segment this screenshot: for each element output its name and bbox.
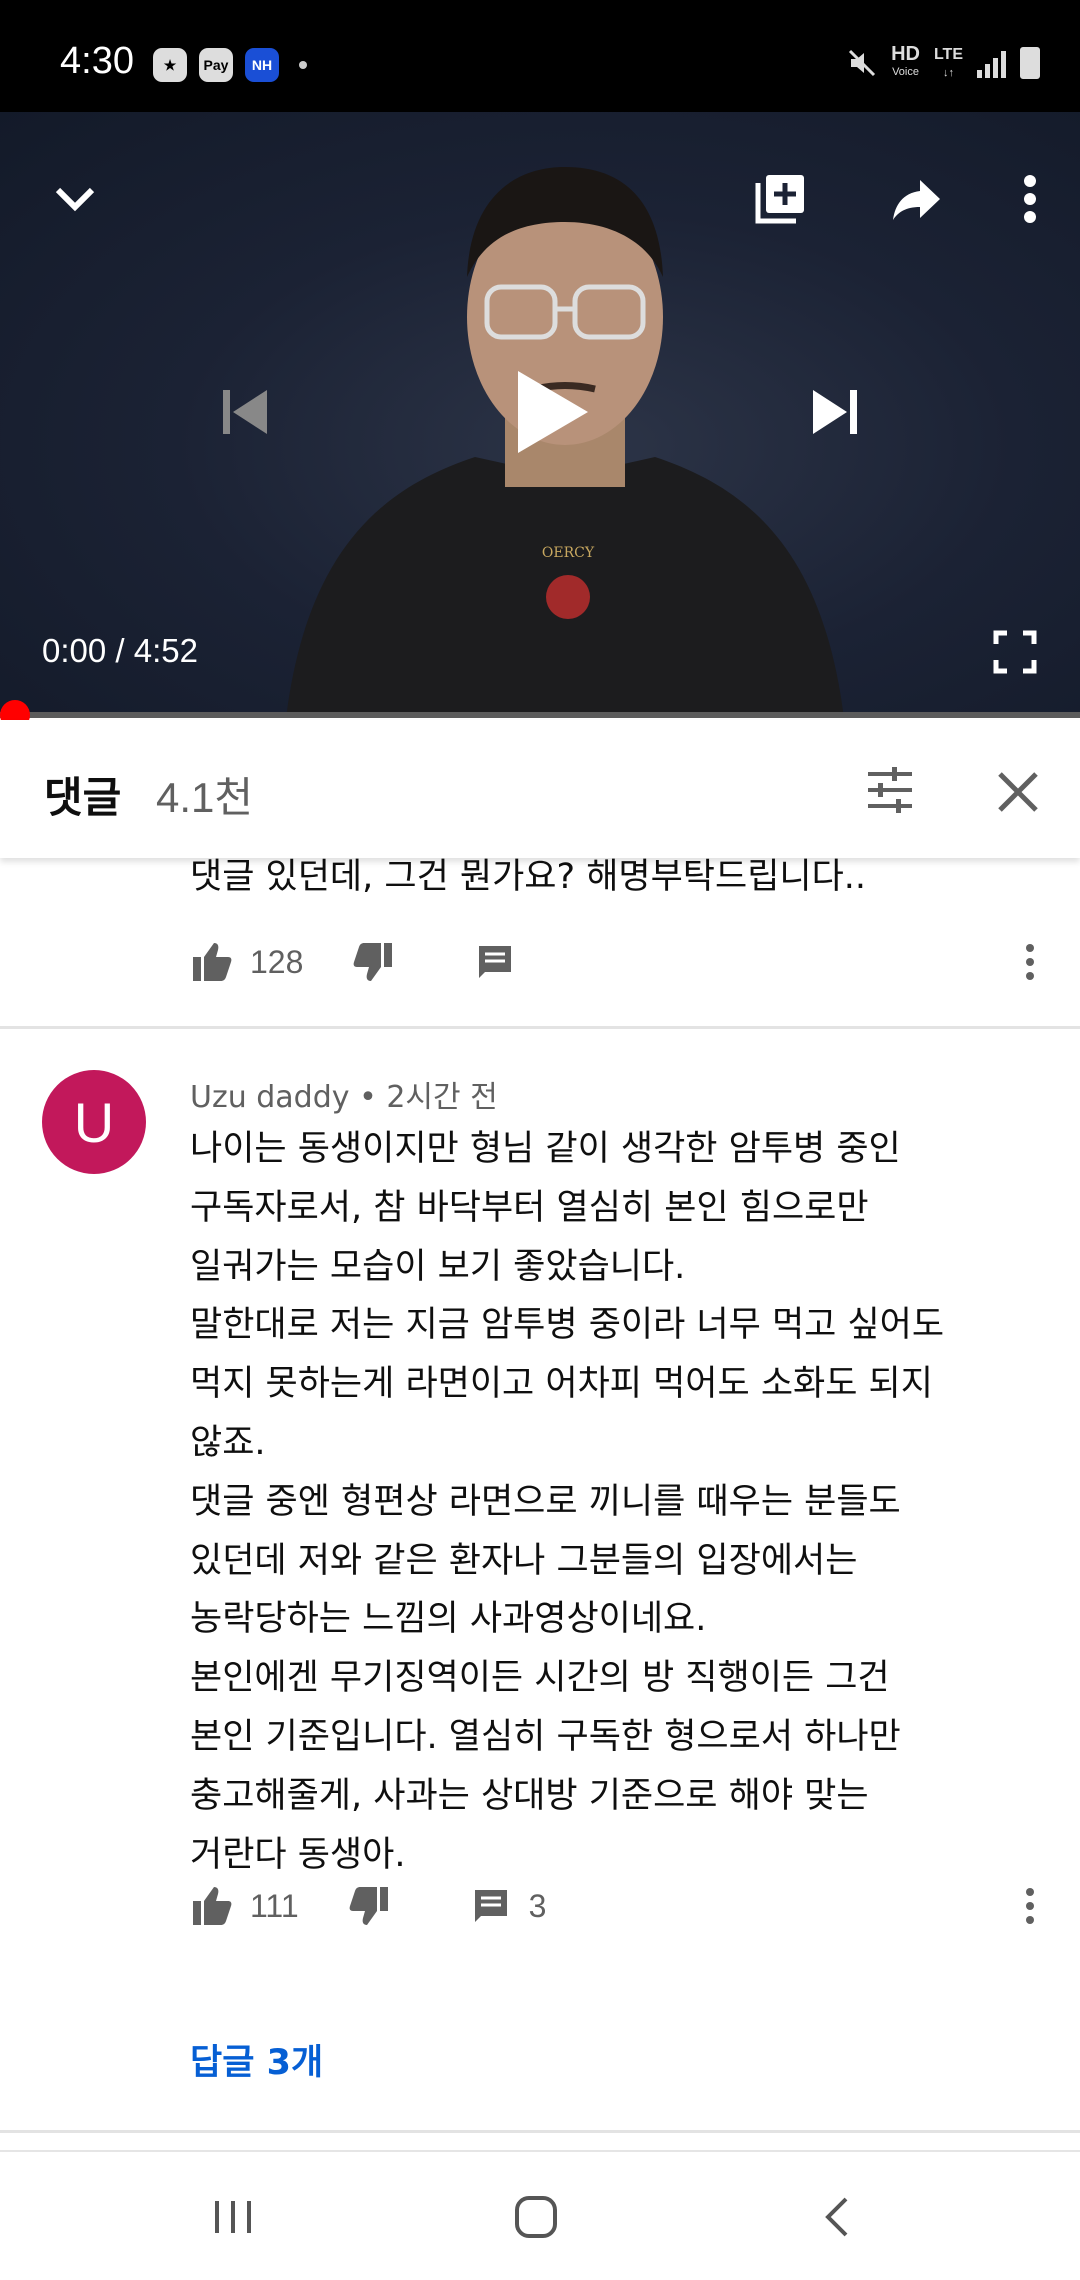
- comment-more-button[interactable]: [1010, 932, 1050, 992]
- share-icon: [893, 180, 940, 220]
- comment-actions: 128: [190, 932, 517, 992]
- skip-previous-icon: [223, 390, 267, 434]
- status-bar: 4:30 ★ Pay NH HD Voice LTE ↓↑: [0, 0, 1080, 112]
- comment-icon: [474, 1890, 507, 1922]
- signal-icon: [977, 48, 1006, 78]
- reply-button[interactable]: [469, 1884, 513, 1928]
- video-player[interactable]: OERCY 0:00 / 4:52: [0, 112, 1080, 718]
- lte-indicator: LTE ↓↑: [933, 46, 963, 79]
- add-to-playlist-button[interactable]: [735, 154, 825, 244]
- fullscreen-icon: [993, 630, 1037, 674]
- playlist-add-icon: [755, 175, 804, 224]
- minimize-button[interactable]: [30, 154, 120, 244]
- close-icon: [998, 772, 1038, 812]
- comment-meta: Uzu daddy • 2시간 전: [190, 1080, 498, 1115]
- thumb-up-icon: [193, 1887, 232, 1925]
- svg-text:OERCY: OERCY: [542, 545, 595, 561]
- close-comments-button[interactable]: [990, 764, 1046, 820]
- more-vertical-icon: [1026, 944, 1034, 980]
- home-icon: [515, 2196, 557, 2238]
- comment-author[interactable]: Uzu daddy: [190, 1080, 350, 1115]
- more-vertical-icon: [1026, 1888, 1034, 1924]
- pay-icon: Pay: [199, 48, 233, 82]
- more-vertical-icon: [1024, 175, 1036, 223]
- tune-icon: [868, 767, 912, 813]
- comment-divider: [0, 1026, 1080, 1029]
- like-button[interactable]: [190, 940, 234, 984]
- recent-apps-button[interactable]: [173, 2152, 293, 2280]
- like-button[interactable]: [190, 1884, 234, 1928]
- view-replies-link[interactable]: 답글 3개: [190, 2034, 323, 2085]
- mute-icon: [849, 49, 876, 77]
- back-icon: [825, 2197, 848, 2237]
- status-app-icons: ★ Pay NH: [153, 48, 307, 82]
- reply-count: 3: [528, 1887, 547, 1924]
- comment-actions: 111 3: [190, 1876, 546, 1936]
- share-button[interactable]: [872, 154, 962, 244]
- hd-voice-indicator: HD Voice: [891, 43, 920, 78]
- home-button[interactable]: [476, 2152, 596, 2280]
- fullscreen-button[interactable]: [975, 612, 1055, 692]
- time-readout: 0:00 / 4:52: [42, 632, 198, 669]
- progress-bar[interactable]: [0, 712, 1080, 718]
- skip-next-icon: [813, 390, 857, 434]
- notification-dot-icon: [299, 61, 307, 69]
- comment-time: 2시간 전: [386, 1080, 498, 1115]
- comment-text: 나이는 동생이지만 형님 같이 생각한 암투병 중인 구독자로서, 참 바닥부터…: [190, 1129, 945, 1875]
- dislike-button[interactable]: [351, 940, 395, 984]
- comments-count: 4.1천: [156, 774, 254, 821]
- dislike-button[interactable]: [347, 1884, 391, 1928]
- status-time: 4:30: [60, 40, 134, 82]
- more-options-button[interactable]: [985, 154, 1075, 244]
- previous-button[interactable]: [200, 367, 290, 457]
- play-icon: [518, 371, 588, 453]
- comment-icon: [479, 946, 512, 978]
- status-indicators: HD Voice LTE ↓↑: [847, 44, 1040, 82]
- comment-more-button[interactable]: [1010, 1876, 1050, 1936]
- back-button[interactable]: [777, 2152, 897, 2280]
- reply-button[interactable]: [473, 940, 517, 984]
- comment-text: 댓글 있던데, 그건 뭔가요? 해명부탁드립니다..: [190, 858, 867, 897]
- recent-apps-icon: [215, 2201, 251, 2233]
- like-count: 111: [250, 1887, 299, 1924]
- comment-list[interactable]: 댓글 있던데, 그건 뭔가요? 해명부탁드립니다.. 128 U Uzu dad…: [0, 858, 1080, 2150]
- bank-icon: NH: [245, 48, 279, 82]
- sort-comments-button[interactable]: [860, 760, 920, 820]
- avatar[interactable]: U: [42, 1070, 146, 1174]
- battery-icon: [1020, 47, 1040, 79]
- thumb-down-icon: [349, 1887, 388, 1925]
- play-button[interactable]: [490, 352, 610, 472]
- comment-divider: [0, 2130, 1080, 2133]
- chevron-down-icon: [55, 187, 95, 212]
- next-button[interactable]: [790, 367, 880, 457]
- thumb-down-icon: [354, 943, 393, 981]
- comments-title: 댓글: [44, 773, 122, 822]
- like-count: 128: [250, 943, 304, 980]
- system-nav-bar: [0, 2150, 1080, 2280]
- thumb-up-icon: [193, 943, 232, 981]
- star-icon: ★: [153, 48, 187, 82]
